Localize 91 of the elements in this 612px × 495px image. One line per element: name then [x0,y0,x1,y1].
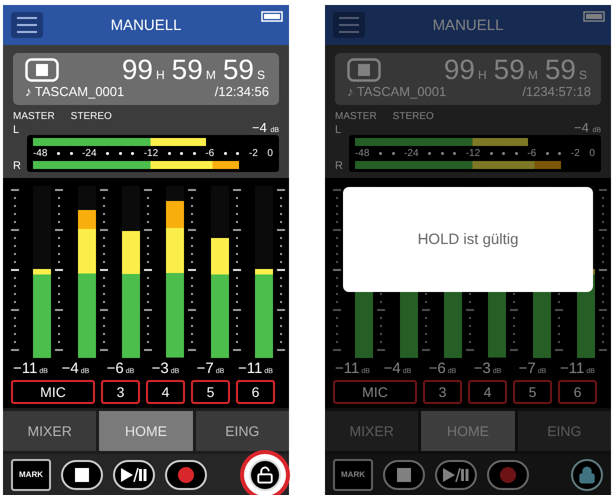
hours-unit: H [478,68,487,82]
tab[interactable]: HOME [99,411,193,451]
dialog-message: HOLD ist gültig [418,231,518,248]
hours-value: 99 [122,54,153,86]
play-pause-button[interactable] [113,460,155,490]
scale-label: -2 [248,148,258,159]
scale-dot [546,152,549,155]
stop-icon [75,468,89,482]
seconds-value: 59 [222,54,254,86]
scale-dot [70,152,72,155]
hours-value: 99 [444,54,475,86]
scale-dot [131,152,134,155]
scale-dot [514,152,518,155]
scale-dot [168,152,171,155]
battery-icon [261,11,283,22]
input-button[interactable]: 5 [191,380,230,404]
scale-label: 0 [267,148,273,159]
record-button[interactable] [165,460,207,490]
file-name: ♪ TASCAM_0001 [347,84,446,99]
stop-status-icon [347,58,381,82]
mode-label: STEREO [392,111,434,122]
padlock-icon [578,466,596,484]
screen-title: MANUELL [432,16,504,34]
scale-label: -24 [82,148,96,159]
input-button[interactable]: 6 [558,380,597,404]
scale-dot [440,152,444,155]
screen-title: MANUELL [110,16,182,34]
total-time: /12:34:56 [214,84,269,99]
battery-icon [583,11,605,22]
tab[interactable]: MIXER [3,411,96,451]
channel-side-label: R [13,160,21,172]
input-button[interactable]: MIC [11,380,95,404]
master-label: MASTER [335,111,377,122]
input-button[interactable]: 6 [236,380,275,404]
seconds-unit: S [578,68,587,82]
scale-label: -6 [205,148,214,159]
menu-button[interactable] [333,12,365,38]
seconds-unit: S [256,68,265,82]
input-button[interactable]: 4 [468,380,507,404]
hours-unit: H [156,68,165,82]
scale-dot [192,152,196,155]
scale-dot [106,152,110,155]
mark-button[interactable]: MARK [11,458,51,490]
scale-dot [118,152,122,155]
mark-button[interactable]: MARK [333,458,373,490]
master-label: MASTER [13,111,55,122]
scale-label: -12 [144,148,158,159]
scale-label: -12 [466,148,480,159]
record-icon [178,466,194,482]
stop-button[interactable] [61,460,103,490]
scale-dot [453,152,456,155]
scale-dot [392,152,394,155]
scale-dot [428,152,432,155]
file-name: ♪ TASCAM_0001 [25,84,124,99]
play-pause-icon [121,468,147,482]
record-icon [500,466,516,482]
scale-label: 0 [589,148,595,159]
mode-label: STEREO [70,111,112,122]
total-time: /1234:57:18 [522,84,591,99]
scale-dot [378,152,382,155]
scale-label: -2 [570,148,580,159]
minutes-unit: M [528,68,538,82]
scale-dot [180,152,184,155]
channel-side-label: R [335,160,343,172]
scale-dot [502,152,506,155]
minutes-unit: M [206,68,216,82]
input-button[interactable]: 3 [423,380,462,404]
scale-label: -6 [527,148,536,159]
scale-dot [224,152,227,155]
scale-dot [558,152,562,155]
channel-side-label: L [13,124,20,136]
scale-label: -24 [404,148,418,159]
open-padlock-icon [256,466,274,484]
menu-button[interactable] [11,12,43,38]
scale-label: -48 [32,148,48,159]
minutes-value: 59 [172,54,203,86]
scale-dot [490,152,493,155]
stop-icon [397,468,411,482]
input-button[interactable]: 4 [146,380,185,404]
minutes-value: 59 [494,54,525,86]
tab[interactable]: EING [196,411,289,451]
scale-dot [56,152,60,155]
seconds-value: 59 [544,54,576,86]
input-button[interactable]: 5 [513,380,552,404]
channel-side-label: L [335,124,342,136]
input-button[interactable]: MIC [333,380,417,404]
input-button[interactable]: 3 [101,380,140,404]
stop-status-icon [25,58,59,82]
play-pause-icon [443,468,469,482]
scale-label: -48 [354,148,370,159]
scale-dot [236,152,240,155]
